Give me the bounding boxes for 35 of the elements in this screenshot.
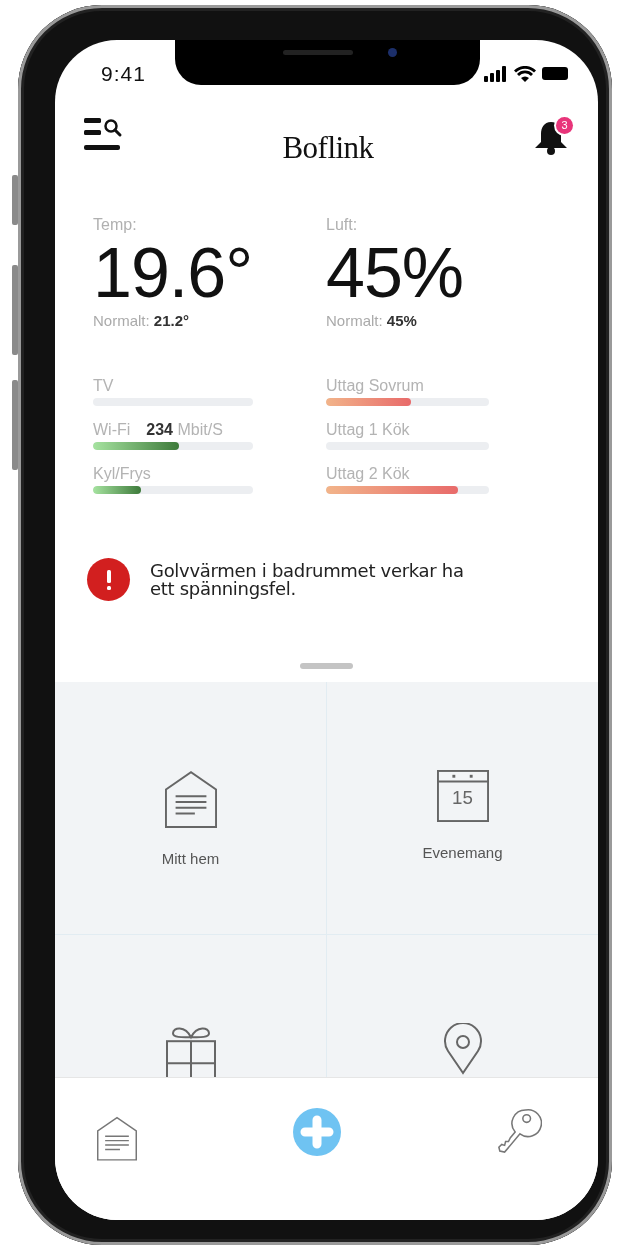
status-time: 9:41 [101, 60, 146, 86]
add-icon [292, 1108, 341, 1156]
notification-bell[interactable]: 3 [532, 118, 572, 156]
location-pin-icon [442, 1023, 483, 1075]
menu-tile[interactable]: 15 Evenemang [327, 682, 598, 935]
meter-label: TV [93, 376, 114, 396]
nav-button[interactable] [496, 1108, 542, 1154]
house-icon [164, 770, 217, 829]
notification-badge: 3 [556, 117, 573, 134]
stat-normal: Normalt: 45% [326, 311, 418, 331]
drag-handle[interactable] [300, 663, 353, 669]
key-icon [496, 1108, 542, 1154]
alert-message: Golvvärmen i badrummet verkar ha ett spänningsfel. [150, 561, 465, 598]
nav-button[interactable] [97, 1116, 137, 1161]
battery-icon [542, 67, 570, 80]
nav-button[interactable] [292, 1108, 341, 1156]
meter-label: Uttag 2 Kök [326, 464, 410, 484]
stat-label: Luft: [326, 215, 359, 235]
meter-label: Uttag Sovrum [326, 376, 424, 396]
calendar-day: 15 [436, 786, 489, 809]
stat-normal: Normalt: 21.2° [93, 311, 191, 331]
meter-reading: 234 Mbit/S [146, 420, 223, 440]
wifi-icon [514, 65, 536, 82]
meter-label: Kyl/Frys [93, 464, 151, 484]
menu-tile[interactable]: Mitt hem [55, 682, 327, 935]
menu-search-icon[interactable] [84, 118, 124, 151]
app-title: Boflink [282, 129, 374, 166]
stat-value: 19.6° [93, 237, 254, 309]
stat-value: 45% [326, 237, 465, 309]
meter-label: Uttag 1 Kök [326, 420, 410, 440]
house-icon [97, 1116, 137, 1161]
stat-label: Temp: [93, 215, 138, 235]
error-icon [87, 558, 130, 601]
meter-label: Wi-Fi [93, 420, 131, 440]
signal-icon [484, 65, 508, 82]
